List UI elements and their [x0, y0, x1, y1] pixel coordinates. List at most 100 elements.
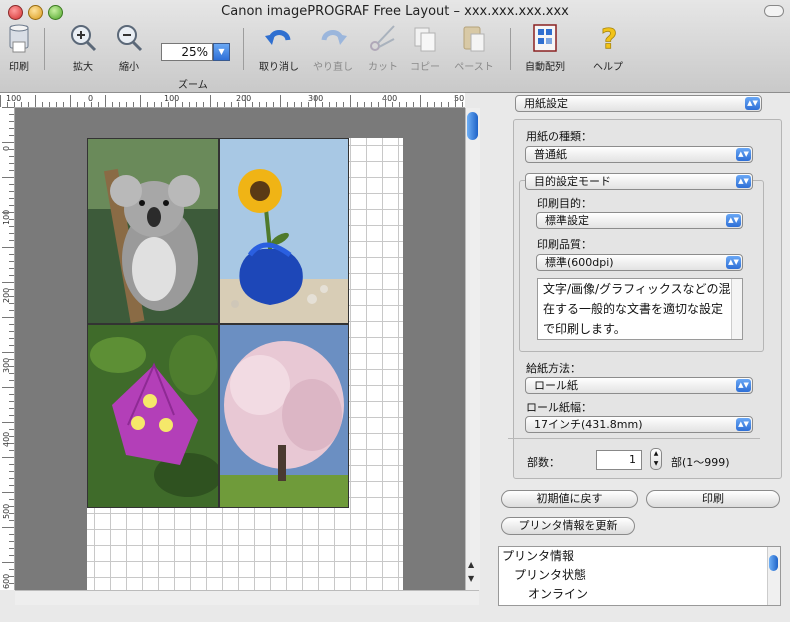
- redo-label: やり直し: [313, 62, 353, 73]
- app-window: Canon imagePROGRAF Free Layout – xxx.xxx…: [0, 0, 790, 622]
- description-scrollbar[interactable]: [731, 279, 742, 339]
- ruler-label: 400: [2, 431, 11, 447]
- ruler-tick: [2, 282, 14, 283]
- ruler-tick: [9, 394, 14, 395]
- canvas-horizontal-scrollbar[interactable]: [15, 590, 479, 605]
- cut-button[interactable]: カット: [365, 22, 401, 73]
- ruler-tick: [2, 317, 14, 318]
- ruler-tick: [154, 102, 155, 107]
- ruler-tick: [9, 569, 14, 570]
- print-toolbar-label: 印刷: [9, 62, 29, 73]
- ruler-tick: [161, 102, 162, 107]
- paste-button[interactable]: ペースト: [451, 22, 497, 73]
- ruler-tick: [140, 95, 141, 107]
- settings-category-value: 用紙設定: [524, 97, 568, 110]
- print-quality-label: 印刷品質：: [537, 238, 592, 251]
- ruler-tick: [350, 95, 351, 107]
- ruler-tick: [9, 520, 14, 521]
- ruler-tick: [329, 102, 330, 107]
- toolbar-separator: [243, 28, 244, 70]
- ruler-tick: [56, 102, 57, 107]
- panel-divider: [508, 438, 760, 439]
- photo-bougainvillea[interactable]: [87, 324, 219, 508]
- scroll-down-arrow[interactable]: ▼: [468, 574, 474, 583]
- ruler-tick: [42, 102, 43, 107]
- ruler-tick: [217, 102, 218, 107]
- photo-koala[interactable]: [87, 138, 219, 324]
- print-purpose-label: 印刷目的：: [537, 197, 592, 210]
- zoom-in-button[interactable]: 拡大: [66, 22, 100, 73]
- reset-defaults-button[interactable]: 初期値に戻す: [501, 490, 638, 508]
- photo-sunflower[interactable]: [219, 138, 349, 324]
- ruler-tick: [9, 128, 14, 129]
- ruler-tick: [9, 156, 14, 157]
- copies-stepper[interactable]: ▲ ▼: [650, 448, 662, 470]
- zoom-out-button[interactable]: 縮小: [112, 22, 146, 73]
- ruler-tick: [2, 387, 14, 388]
- printer-status-value: オンライン: [528, 587, 589, 601]
- canvas-vertical-scrollbar[interactable]: ▲ ▼: [465, 108, 480, 590]
- print-button[interactable]: 印刷: [646, 490, 780, 508]
- ruler-tick: [9, 373, 14, 374]
- scroll-thumb[interactable]: [769, 555, 778, 571]
- mode-select[interactable]: 目的設定モード ▲▼: [525, 173, 753, 190]
- feed-method-select[interactable]: ロール紙 ▲▼: [525, 377, 753, 394]
- ruler-tick: [9, 310, 14, 311]
- print-quality-select[interactable]: 標準(600dpi) ▲▼: [536, 254, 743, 271]
- scroll-thumb[interactable]: [467, 112, 478, 140]
- ruler-tick: [9, 219, 14, 220]
- printer-status-label: プリンタ状態: [514, 568, 587, 582]
- toolbar-toggle-button[interactable]: [764, 5, 784, 17]
- update-printer-info-button[interactable]: プリンタ情報を更新: [501, 517, 635, 535]
- ruler-tick: [308, 102, 309, 107]
- ruler-tick: [231, 102, 232, 107]
- ruler-tick: [399, 102, 400, 107]
- ruler-tick: [322, 102, 323, 107]
- zoom-dropdown-arrow[interactable]: ▼: [213, 43, 230, 61]
- ruler-tick: [9, 415, 14, 416]
- ruler-tick: [2, 212, 14, 213]
- layout-canvas[interactable]: [15, 108, 465, 590]
- auto-layout-label: 自動配列: [525, 62, 565, 73]
- ruler-tick: [119, 102, 120, 107]
- paste-icon: [463, 26, 485, 52]
- ruler-tick: [9, 429, 14, 430]
- paper-page[interactable]: [87, 138, 403, 590]
- koala-image: [88, 139, 218, 323]
- ruler-tick: [9, 170, 14, 171]
- zoom-in-label: 拡大: [73, 62, 93, 73]
- redo-button[interactable]: やり直し: [310, 22, 356, 73]
- ruler-tick: [2, 142, 14, 143]
- printer-info-scrollbar[interactable]: [767, 547, 780, 605]
- ruler-tick: [427, 102, 428, 107]
- svg-text:?: ?: [601, 22, 617, 54]
- print-toolbar-button[interactable]: 印刷: [4, 22, 34, 73]
- copies-input[interactable]: 1: [596, 450, 642, 470]
- paper-type-select[interactable]: 普通紙 ▲▼: [525, 146, 753, 163]
- scroll-up-arrow[interactable]: ▲: [468, 560, 474, 569]
- help-button[interactable]: ? ヘルプ: [590, 22, 626, 73]
- ruler-tick: [9, 163, 14, 164]
- question-mark-icon: ?: [601, 22, 618, 54]
- print-purpose-select[interactable]: 標準設定 ▲▼: [536, 212, 743, 229]
- ruler-tick: [252, 102, 253, 107]
- undo-button[interactable]: 取り消し: [256, 22, 302, 73]
- photo-cherry-tree[interactable]: [219, 324, 349, 508]
- auto-layout-button[interactable]: 自動配列: [522, 22, 568, 73]
- feed-method-label: 給紙方法：: [526, 362, 581, 375]
- ruler-tick: [126, 102, 127, 107]
- settings-category-select[interactable]: 用紙設定 ▲▼: [515, 95, 762, 112]
- zoom-percentage-field[interactable]: 25%: [161, 43, 213, 61]
- ruler-tick: [9, 296, 14, 297]
- roll-width-select[interactable]: 17インチ(431.8mm) ▲▼: [525, 416, 753, 433]
- ruler-tick: [77, 102, 78, 107]
- undo-icon: [265, 30, 291, 45]
- copy-button[interactable]: コピー: [407, 22, 443, 73]
- zoom-out-label: 縮小: [119, 62, 139, 73]
- ruler-tick: [9, 149, 14, 150]
- ruler-tick: [9, 548, 14, 549]
- ruler-tick: [378, 102, 379, 107]
- ruler-tick: [371, 102, 372, 107]
- ruler-tick: [9, 268, 14, 269]
- ruler-tick: [0, 95, 1, 107]
